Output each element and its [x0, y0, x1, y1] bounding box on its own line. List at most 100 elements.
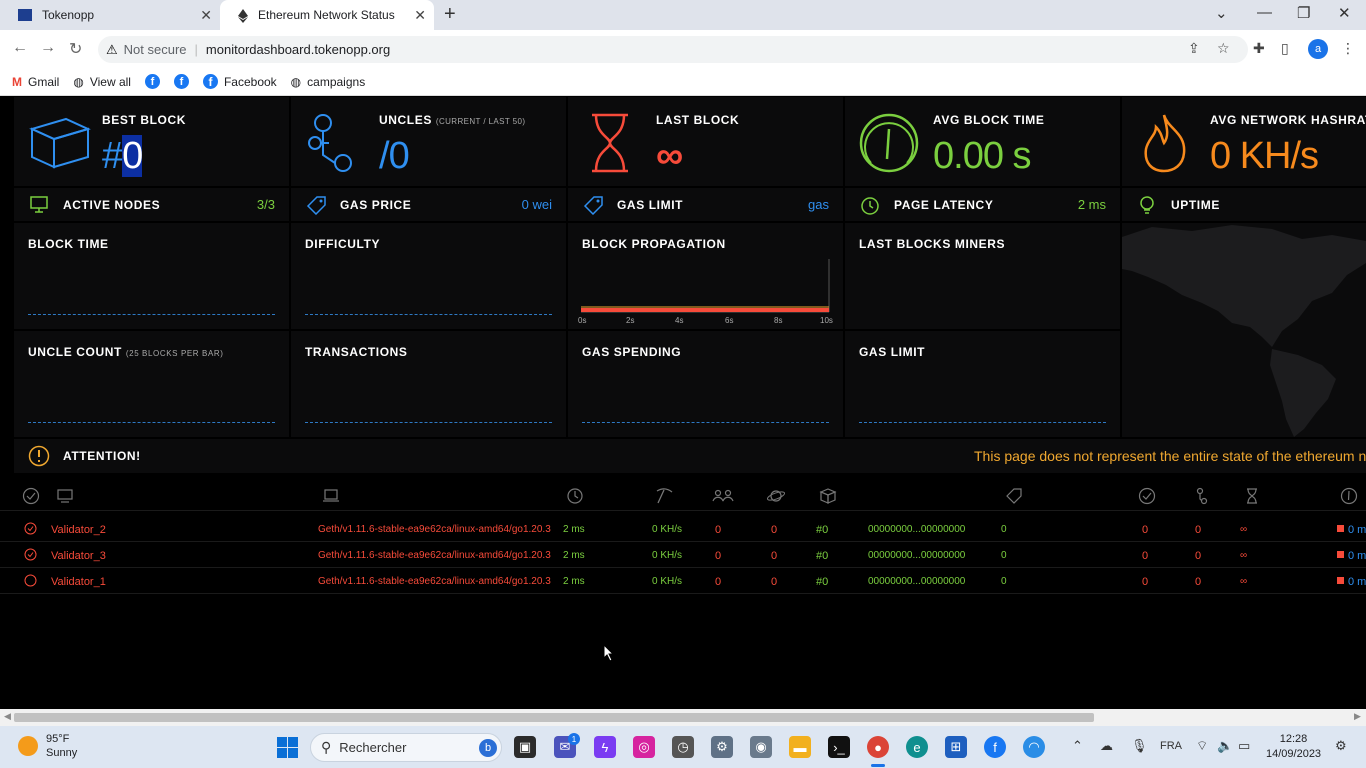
- battery-icon[interactable]: ▭: [1238, 738, 1250, 754]
- table-row[interactable]: Validator_2 Geth/v1.11.6-stable-ea9e62ca…: [0, 516, 1366, 542]
- node-uncles: 0: [1195, 524, 1202, 536]
- notifications-icon[interactable]: ⚙: [1335, 738, 1347, 754]
- scroll-left-arrow-icon[interactable]: ◀: [4, 711, 11, 722]
- reload-button[interactable]: ↻: [69, 39, 82, 59]
- forward-button[interactable]: →: [40, 39, 56, 57]
- stat-value: 0 KH/s: [1210, 135, 1319, 177]
- volume-icon[interactable]: 🔈: [1217, 738, 1233, 754]
- instagram-icon[interactable]: ◎: [633, 736, 655, 758]
- settings-gear-icon[interactable]: ⚙: [711, 736, 733, 758]
- tag-icon: [306, 196, 326, 215]
- table-row[interactable]: Validator_1 Geth/v1.11.6-stable-ea9e62ca…: [0, 568, 1366, 594]
- chart-label-text: UNCLE COUNT: [28, 345, 122, 359]
- close-window-button[interactable]: ✕: [1338, 4, 1351, 22]
- nodes-table-header: [0, 481, 1366, 511]
- bookmark-facebook-2[interactable]: f: [173, 74, 189, 89]
- address-bar-row: ← → ↻ ⚠ Not secure | monitordashboard.to…: [0, 30, 1366, 68]
- facebook-app-icon[interactable]: f: [984, 736, 1006, 758]
- minimize-button[interactable]: —: [1257, 4, 1272, 21]
- messenger-icon[interactable]: ϟ: [594, 736, 616, 758]
- tray-chevron-icon[interactable]: ⌃: [1072, 738, 1083, 754]
- share-icon[interactable]: ⇪: [1188, 40, 1200, 57]
- propagation-gauge-icon[interactable]: [1340, 487, 1358, 505]
- node-client: Geth/v1.11.6-stable-ea9e62ca/linux-amd64…: [318, 524, 551, 535]
- bookmark-facebook-3[interactable]: f Facebook: [202, 74, 277, 89]
- microphone-icon[interactable]: 🎙: [1131, 738, 1148, 754]
- store-icon[interactable]: ⊞: [945, 736, 967, 758]
- camera-icon[interactable]: ◉: [750, 736, 772, 758]
- attention-title: ATTENTION!: [63, 449, 141, 463]
- file-explorer-icon[interactable]: ▬: [789, 736, 811, 758]
- close-tab-icon[interactable]: ✕: [200, 7, 212, 24]
- node-world-map[interactable]: [1122, 223, 1366, 437]
- difficulty-tag-icon[interactable]: [1004, 487, 1024, 505]
- node-block-hash: 00000000...00000000: [868, 576, 966, 587]
- node-latency: 2 ms: [563, 576, 585, 587]
- node-name-icon[interactable]: [56, 487, 74, 505]
- menu-kebab-icon[interactable]: ⋮: [1341, 40, 1355, 57]
- back-button[interactable]: ←: [12, 39, 28, 57]
- close-tab-icon[interactable]: ✕: [414, 7, 426, 24]
- windows-start-icon[interactable]: [277, 737, 298, 758]
- gas-price-value: 0 wei: [521, 197, 552, 212]
- bookmark-star-icon[interactable]: ☆: [1217, 40, 1230, 57]
- profile-avatar[interactable]: a: [1308, 39, 1328, 59]
- stat-label: BEST BLOCK: [102, 113, 186, 127]
- table-row[interactable]: Validator_3 Geth/v1.11.6-stable-ea9e62ca…: [0, 542, 1366, 568]
- warning-icon[interactable]: ⚠: [106, 42, 118, 58]
- difficulty-chart: DIFFICULTY: [291, 223, 566, 329]
- extensions-icon[interactable]: ✚: [1253, 40, 1265, 57]
- hourglass-icon[interactable]: [1244, 487, 1260, 505]
- peers-icon[interactable]: [712, 487, 734, 505]
- block-propagation-chart: BLOCK PROPAGATION 0s 2s 4s 6s 8s 10s: [568, 223, 843, 329]
- uncles-branch-icon[interactable]: [1192, 487, 1210, 505]
- weather-widget[interactable]: 95°F Sunny: [18, 732, 77, 760]
- node-peers: 0: [715, 524, 722, 536]
- check-circle-icon[interactable]: [22, 487, 40, 505]
- new-tab-button[interactable]: +: [444, 3, 456, 26]
- side-panel-icon[interactable]: ▯: [1281, 40, 1289, 57]
- cloud-icon[interactable]: ☁: [1100, 738, 1113, 754]
- bookmark-campaigns[interactable]: ◍ campaigns: [291, 75, 366, 89]
- windows-taskbar: 95°F Sunny ⚲ Rechercher b ▣ ✉ 1 ϟ ◎ ◷ ⚙ …: [0, 726, 1366, 768]
- pending-planet-icon[interactable]: [766, 487, 786, 505]
- node-status-icon: [24, 522, 37, 538]
- edge-icon[interactable]: e: [906, 736, 928, 758]
- node-last-block: ∞: [1240, 576, 1248, 587]
- laptop-icon[interactable]: [322, 487, 340, 505]
- value-prefix: /: [379, 135, 390, 177]
- bookmark-facebook-1[interactable]: f: [144, 74, 160, 89]
- tab-search-icon[interactable]: ⌄: [1215, 4, 1228, 22]
- language-indicator[interactable]: FRA: [1160, 740, 1182, 752]
- pickaxe-icon[interactable]: [654, 487, 674, 505]
- url-text[interactable]: monitordashboard.tokenopp.org: [206, 42, 390, 57]
- app-icon[interactable]: ◠: [1023, 736, 1045, 758]
- terminal-icon[interactable]: ›_: [828, 736, 850, 758]
- omnibox[interactable]: ⚠ Not secure | monitordashboard.tokenopp…: [98, 36, 1248, 63]
- chrome-icon[interactable]: ●: [867, 736, 889, 758]
- clock-app-icon[interactable]: ◷: [672, 736, 694, 758]
- task-view-icon[interactable]: ▣: [514, 736, 536, 758]
- chart-label: TRANSACTIONS: [305, 345, 408, 359]
- bookmark-view-all[interactable]: ◍ View all: [73, 75, 131, 89]
- system-clock[interactable]: 12:28 14/09/2023: [1266, 732, 1321, 762]
- latency-timer-icon[interactable]: [566, 487, 584, 505]
- attention-message: This page does not represent the entire …: [974, 448, 1366, 464]
- stat-last-block: LAST BLOCK ∞: [568, 97, 843, 186]
- stat-label-text: UNCLES: [379, 113, 432, 127]
- bookmark-gmail[interactable]: M Gmail: [12, 75, 59, 89]
- wifi-icon[interactable]: ⌔: [1196, 738, 1208, 754]
- tab-tokenopp[interactable]: Tokenopp ✕: [0, 0, 220, 30]
- horizontal-scrollbar[interactable]: ◀ ▶: [0, 709, 1366, 726]
- scroll-right-arrow-icon[interactable]: ▶: [1354, 711, 1361, 722]
- check-circle-icon[interactable]: [1138, 487, 1156, 505]
- maximize-button[interactable]: ❐: [1297, 4, 1310, 22]
- uncles-branch-icon: [308, 114, 352, 172]
- block-cube-icon[interactable]: [818, 487, 838, 505]
- taskbar-search[interactable]: ⚲ Rechercher b: [310, 733, 502, 762]
- tab-ethereum-status[interactable]: Ethereum Network Status ✕: [220, 0, 434, 30]
- scrollbar-thumb[interactable]: [14, 713, 1094, 722]
- panel-label: GAS PRICE: [340, 198, 412, 212]
- chart-label: BLOCK PROPAGATION: [582, 237, 726, 251]
- security-status[interactable]: Not secure: [124, 42, 187, 57]
